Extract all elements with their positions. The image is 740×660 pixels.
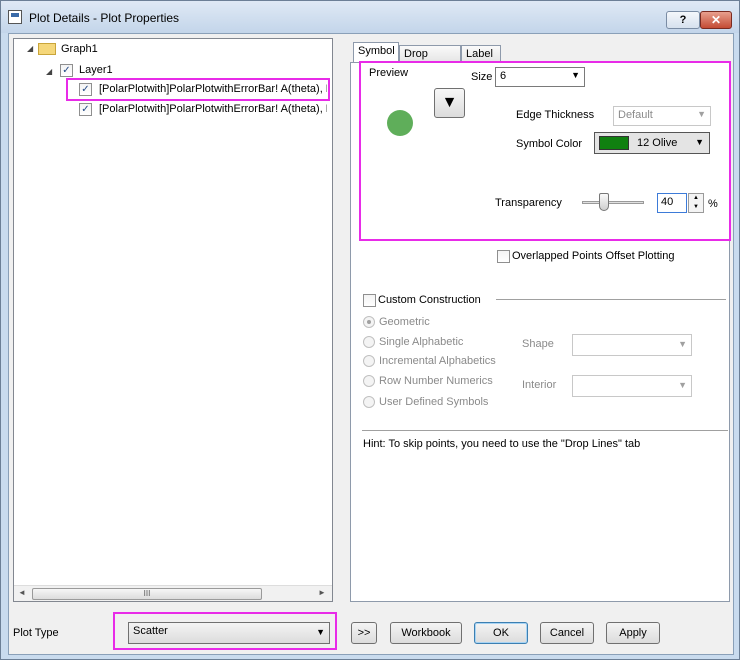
- transparency-slider-track[interactable]: [582, 201, 644, 204]
- interior-label: Interior: [522, 379, 557, 391]
- window-icon: [8, 10, 22, 24]
- custom-construction-divider: [496, 299, 726, 300]
- radio-geometric[interactable]: [363, 316, 375, 328]
- plot-type-value: Scatter: [133, 625, 168, 637]
- expand-layer-icon[interactable]: ◢: [46, 67, 52, 76]
- ok-button[interactable]: OK: [474, 622, 528, 644]
- radio-single-alphabetic-label: Single Alphabetic: [379, 336, 464, 348]
- transparency-spinner[interactable]: ▲ ▼: [688, 193, 704, 213]
- overlapped-label: Overlapped Points Offset Plotting: [512, 250, 675, 262]
- plot-tree[interactable]: [13, 38, 333, 602]
- expand-graph-icon[interactable]: ◢: [27, 44, 33, 53]
- interior-combo[interactable]: ▼: [572, 375, 692, 397]
- symbol-color-value: 12 Olive: [637, 137, 678, 149]
- workbook-button[interactable]: Workbook: [390, 622, 462, 644]
- radio-user-defined-symbols-label: User Defined Symbols: [379, 396, 489, 408]
- chevron-down-icon: ▼: [697, 109, 706, 119]
- radio-row-number-numerics[interactable]: [363, 375, 375, 387]
- color-swatch: [599, 136, 629, 150]
- apply-button[interactable]: Apply: [606, 622, 660, 644]
- transparency-label: Transparency: [495, 197, 562, 209]
- plot-type-combo[interactable]: Scatter ▼: [128, 622, 330, 644]
- shape-label: Shape: [522, 338, 554, 350]
- symbol-color-label: Symbol Color: [516, 138, 583, 150]
- title-bar[interactable]: Plot Details - Plot Properties ? ✕: [1, 1, 739, 33]
- custom-construction-checkbox[interactable]: [363, 294, 376, 307]
- hint-divider: [362, 430, 728, 431]
- tree-item-plot1[interactable]: [PolarPlotwith]PolarPlotwithErrorBar! A(…: [99, 81, 327, 97]
- symbol-preview: [387, 110, 413, 136]
- chevron-down-icon: ▼: [571, 70, 580, 80]
- window-title: Plot Details - Plot Properties: [29, 11, 180, 25]
- radio-geometric-label: Geometric: [379, 316, 430, 328]
- radio-incremental-alphabetics[interactable]: [363, 355, 375, 367]
- plot1-checkbox[interactable]: ✓: [79, 83, 92, 96]
- chevron-down-icon: ▼: [678, 380, 687, 390]
- edge-thickness-value: Default: [618, 109, 653, 121]
- help-button[interactable]: ?: [666, 11, 700, 29]
- tree-horizontal-scrollbar[interactable]: ◄ III ►: [14, 585, 332, 601]
- close-button[interactable]: ✕: [700, 11, 732, 29]
- edge-thickness-label: Edge Thickness: [516, 109, 595, 121]
- edge-thickness-combo[interactable]: Default ▼: [613, 106, 711, 126]
- preview-label: Preview: [369, 67, 409, 79]
- overlapped-checkbox[interactable]: [497, 250, 510, 263]
- radio-incremental-alphabetics-label: Incremental Alphabetics: [379, 355, 496, 367]
- cancel-button[interactable]: Cancel: [540, 622, 594, 644]
- size-value: 6: [500, 70, 507, 82]
- layer1-checkbox[interactable]: ✓: [60, 64, 73, 77]
- shape-combo[interactable]: ▼: [572, 334, 692, 356]
- hint-text: Hint: To skip points, you need to use th…: [363, 438, 641, 450]
- chevron-down-icon: ▼: [316, 627, 325, 637]
- tree-item-layer1[interactable]: Layer1: [79, 62, 113, 78]
- size-label: Size: [471, 71, 493, 83]
- scroll-right-icon[interactable]: ►: [318, 588, 326, 597]
- scroll-thumb[interactable]: III: [32, 588, 262, 600]
- plot2-checkbox[interactable]: ✓: [79, 103, 92, 116]
- radio-single-alphabetic[interactable]: [363, 336, 375, 348]
- plot-type-label: Plot Type: [13, 627, 59, 639]
- chevron-down-icon: ▼: [678, 339, 687, 349]
- radio-user-defined-symbols[interactable]: [363, 396, 375, 408]
- transparency-input[interactable]: 40: [657, 193, 687, 213]
- symbol-color-combo[interactable]: 12 Olive ▼: [594, 132, 710, 154]
- transparency-slider-thumb[interactable]: [599, 193, 609, 211]
- size-combo[interactable]: 6 ▼: [495, 67, 585, 87]
- symbol-shape-button[interactable]: ▼: [434, 88, 465, 118]
- chevron-down-icon: ▼: [695, 137, 704, 147]
- scroll-left-icon[interactable]: ◄: [18, 588, 26, 597]
- tree-item-graph1[interactable]: Graph1: [61, 41, 98, 57]
- custom-construction-label: Custom Construction: [378, 294, 481, 306]
- tree-item-plot2[interactable]: [PolarPlotwith]PolarPlotwithErrorBar! A(…: [99, 101, 327, 117]
- radio-row-number-numerics-label: Row Number Numerics: [379, 375, 493, 387]
- folder-icon: [38, 43, 56, 55]
- percent-label: %: [708, 198, 718, 210]
- expand-button[interactable]: >>: [351, 622, 377, 644]
